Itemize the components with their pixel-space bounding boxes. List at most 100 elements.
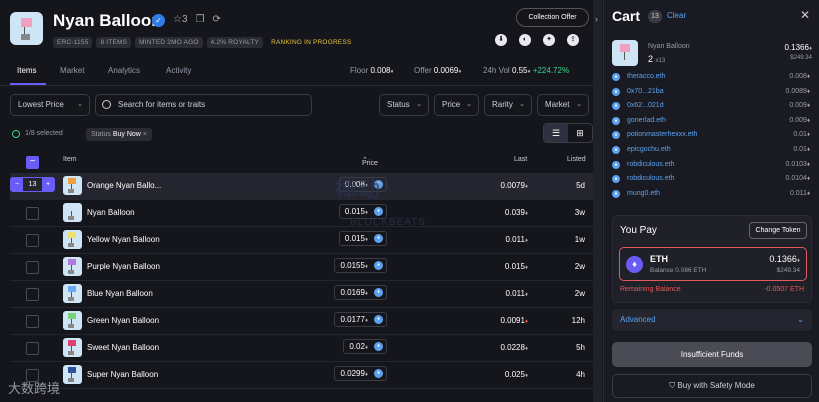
seller-price: 0.009♦ — [789, 102, 810, 110]
seller-row[interactable]: ● 0x62...021d 0.009♦ — [612, 101, 810, 113]
seller-price: 0.009♦ — [789, 116, 810, 124]
price-filter[interactable]: Price ⌄ — [434, 94, 479, 116]
row-checkbox[interactable] — [26, 342, 39, 355]
seller-name[interactable]: gonerlad.eth — [627, 117, 666, 124]
header-price[interactable]: Price ⌃ — [362, 156, 378, 167]
seller-name[interactable]: robdiculous.eth — [627, 175, 674, 182]
collection-offer-button[interactable]: Collection Offer — [516, 8, 589, 27]
search-input[interactable]: Search for items or traits — [95, 94, 312, 116]
seller-name[interactable]: 0x70...21ba — [627, 88, 664, 95]
item-listed: 1w — [574, 235, 585, 244]
decrement-button[interactable]: − — [11, 178, 23, 191]
scrollbar[interactable] — [593, 0, 602, 402]
seller-price-value: 0.01 — [793, 131, 807, 139]
seller-name[interactable]: potionmasterhexxx.eth — [627, 131, 697, 138]
item-price: 0.0299♦ ♦ — [334, 366, 387, 381]
cart-count-badge: 13 — [648, 10, 662, 23]
status-chip[interactable]: Status Buy Now × — [86, 128, 152, 141]
star-icon[interactable]: ☆3 — [173, 14, 188, 25]
item-last-value: 0.015 — [504, 262, 525, 271]
table-row[interactable]: Nyan Balloon 0.015♦ ♦ 0.039♦ 3w — [10, 200, 593, 227]
item-name[interactable]: Blue Nyan Balloon — [87, 289, 153, 298]
seller-row[interactable]: ● robdiculous.eth 0.0104♦ — [612, 174, 810, 186]
seller-name[interactable]: 0x62...021d — [627, 102, 664, 109]
item-listed: 5h — [576, 343, 585, 352]
header-item: Item — [63, 156, 77, 163]
seller-row[interactable]: ● 0x70...21ba 0.0089♦ — [612, 87, 810, 99]
share-icon[interactable]: ⇪ — [567, 34, 579, 46]
close-icon[interactable]: × — [143, 131, 147, 138]
seller-name[interactable]: robdiculous.eth — [627, 161, 674, 168]
item-price-value: 0.0299 — [340, 369, 365, 378]
token-selector[interactable]: ♦ ETH Balance 0.086 ETH 0.1366♦ $249.34 — [619, 247, 807, 281]
seller-row[interactable]: ● potionmasterhexxx.eth 0.01♦ — [612, 130, 810, 142]
close-icon[interactable]: ✕ — [800, 8, 810, 22]
table-row[interactable]: Sweet Nyan Balloon 0.02♦ ♦ 0.0228♦ 5h — [10, 335, 593, 362]
cart-item-qty-value: 2 — [648, 54, 654, 64]
seller-row[interactable]: ● epicgochu.eth 0.01♦ — [612, 145, 810, 157]
row-checkbox[interactable] — [26, 261, 39, 274]
seller-row[interactable]: ● gonerlad.eth 0.009♦ — [612, 116, 810, 128]
table-row[interactable]: −13 + Orange Nyan Ballo... 0.008♦ ♦ 0.0079♦ 5d — [10, 173, 593, 200]
rarity-filter[interactable]: Rarity ⌄ — [484, 94, 532, 116]
table-row[interactable]: Blue Nyan Balloon 0.0169♦ ♦ 0.011♦ 2w — [10, 281, 593, 308]
item-name[interactable]: Sweet Nyan Balloon — [87, 343, 159, 352]
row-checkbox[interactable] — [26, 315, 39, 328]
tab-activity[interactable]: Activity — [166, 66, 191, 75]
seller-name[interactable]: theracco.eth — [627, 73, 666, 80]
increment-button[interactable]: + — [42, 178, 54, 191]
wallet-icon: ● — [612, 146, 620, 154]
collection-panel: Nyan Balloon ✓ ☆3 ❐ ⟳ ERC-1155 8 ITEMS M… — [0, 0, 602, 402]
list-view-icon[interactable]: ☰ — [544, 124, 568, 142]
status-filter[interactable]: Status ⌄ — [379, 94, 429, 116]
header-actions: ☆3 ❐ ⟳ — [173, 14, 221, 25]
filter-controls: Lowest Price ⌄ Search for items or trait… — [10, 94, 593, 116]
market-filter[interactable]: Market ⌄ — [537, 94, 589, 116]
insufficient-funds-button[interactable]: Insufficient Funds — [612, 342, 812, 367]
table-row[interactable]: Green Nyan Balloon 0.0177♦ ♦ 0.0091♦ 12h — [10, 308, 593, 335]
seller-price: 0.008♦ — [789, 73, 810, 80]
quantity-stepper[interactable]: −13 + — [10, 177, 55, 192]
row-checkbox[interactable] — [26, 207, 39, 220]
table-row[interactable]: Yellow Nyan Balloon 0.015♦ ♦ 0.011♦ 1w — [10, 227, 593, 254]
tab-market[interactable]: Market — [60, 66, 84, 75]
row-checkbox[interactable] — [26, 288, 39, 301]
change-token-button[interactable]: Change Token — [749, 222, 807, 239]
select-all-checkbox[interactable]: − — [26, 156, 39, 169]
cart-item[interactable]: Nyan Balloon 2 x13 0.1366♦ $249.34 — [612, 40, 812, 68]
seller-row[interactable]: ● mung0.eth 0.011♦ — [612, 189, 810, 201]
grid-view-icon[interactable]: ⊞ — [568, 124, 592, 142]
advanced-toggle[interactable]: Advanced ⌄ — [612, 309, 812, 331]
sort-select[interactable]: Lowest Price ⌄ — [10, 94, 90, 116]
seller-price: 0.0104♦ — [785, 175, 810, 183]
header-price-label: Price — [362, 160, 378, 167]
item-listed: 5d — [576, 181, 585, 190]
tab-items[interactable]: Items — [17, 66, 37, 75]
twitter-icon[interactable]: ✦ — [543, 34, 555, 46]
chevron-right-icon[interactable]: › — [595, 14, 598, 24]
safety-mode-button[interactable]: ⛉ Buy with Safety Mode — [612, 374, 812, 398]
quantity-value[interactable]: 13 — [23, 178, 42, 191]
item-name[interactable]: Yellow Nyan Balloon — [87, 235, 160, 244]
refresh-icon[interactable]: ⟳ — [213, 14, 221, 25]
row-checkbox[interactable] — [26, 234, 39, 247]
seller-row[interactable]: ● theracco.eth 0.008♦ — [612, 72, 810, 84]
seller-name[interactable]: mung0.eth — [627, 190, 660, 197]
item-name[interactable]: Purple Nyan Balloon — [87, 262, 160, 271]
seller-row[interactable]: ● robdiculous.eth 0.0103♦ — [612, 160, 810, 172]
cart-item-qty[interactable]: 2 x13 — [648, 54, 665, 64]
tag-items: 8 ITEMS — [96, 37, 132, 48]
item-name[interactable]: Green Nyan Balloon — [87, 316, 159, 325]
item-name[interactable]: Super Nyan Balloon — [87, 370, 158, 379]
table-row[interactable]: Purple Nyan Balloon 0.0155♦ ♦ 0.015♦ 2w — [10, 254, 593, 281]
download-icon[interactable]: ⬇ — [495, 34, 507, 46]
seller-name[interactable]: epicgochu.eth — [627, 146, 671, 153]
copy-icon[interactable]: ❐ — [196, 14, 205, 25]
item-name[interactable]: Nyan Balloon — [87, 208, 135, 217]
item-name[interactable]: Orange Nyan Ballo... — [87, 181, 161, 190]
clear-cart-link[interactable]: Clear — [667, 11, 686, 20]
tab-analytics[interactable]: Analytics — [108, 66, 140, 75]
table-row[interactable]: Super Nyan Balloon 0.0299♦ ♦ 0.025♦ 4h — [10, 362, 593, 389]
opensea-icon[interactable]: ◐ — [519, 34, 531, 46]
item-price: 0.0177♦ ♦ — [334, 312, 387, 327]
